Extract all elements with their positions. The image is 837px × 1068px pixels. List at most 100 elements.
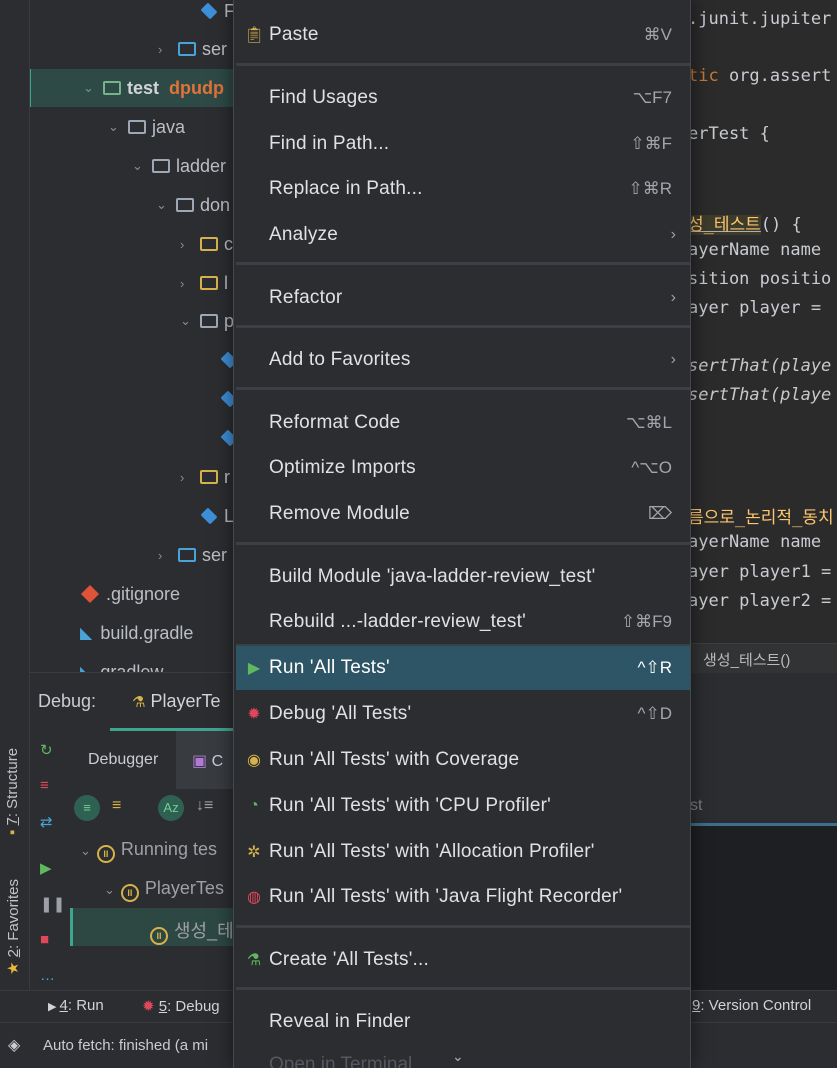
clear-icon[interactable]: ≡ — [40, 777, 49, 794]
chevron-down-icon: ⌄ — [108, 119, 119, 134]
rerun-icon[interactable]: ↻ — [40, 741, 53, 759]
debug-tool-tab[interactable]: ✹ 5: Debug — [142, 997, 220, 1015]
menu-item-optimize-imports[interactable]: Optimize Imports ^⌥O — [236, 446, 690, 490]
tree-item[interactable]: › r — [180, 458, 230, 496]
resume-icon[interactable]: ▶ — [40, 859, 52, 877]
test-tree-item[interactable]: ⌄ II PlayerTes — [104, 878, 224, 902]
menu-item-find-in-path[interactable]: Find in Path... ⇧⌘F — [236, 122, 690, 166]
tree-item[interactable]: ◣gradlew — [80, 653, 163, 673]
tab-console[interactable]: ▣ C — [192, 751, 223, 771]
tree-item[interactable]: L — [200, 497, 234, 535]
tree-item[interactable]: › ser — [158, 536, 227, 574]
tree-item[interactable]: ⌄ ladder — [132, 147, 226, 185]
menu-item-create-all-tests[interactable]: ⚗ Create 'All Tests'... — [236, 938, 690, 982]
tree-item[interactable]: F — [200, 0, 235, 30]
status-message[interactable]: Auto fetch: finished (a mi — [43, 1037, 208, 1054]
menu-item-analyze[interactable]: Analyze › — [236, 213, 690, 257]
code-line: ayer player2 = — [688, 591, 832, 611]
console-tab-label[interactable]: st — [690, 797, 702, 815]
version-control-tool-tab[interactable]: 9: Version Control — [692, 997, 811, 1014]
menu-item-build-module[interactable]: Build Module 'java-ladder-review_test' — [236, 555, 690, 599]
test-tube-icon: ⚗ — [246, 952, 262, 969]
test-folder-icon — [103, 81, 121, 95]
allocation-profiler-icon: ✲ — [247, 844, 261, 861]
layers-icon[interactable]: ◈ — [8, 1035, 26, 1054]
debug-session-tab[interactable]: ⚗ PlayerTe — [132, 691, 221, 712]
menu-item-paste[interactable]: 📋︎ Paste ⌘V — [236, 13, 690, 57]
code-line: sition positio — [688, 269, 832, 289]
code-line: ayer player = — [688, 298, 822, 318]
tree-item[interactable]: ◣ build.gradle — [80, 614, 193, 652]
bug-icon: ✹ — [142, 998, 159, 1015]
coverage-icon: ◉ — [247, 752, 261, 769]
package-icon — [200, 314, 218, 328]
favorites-tool-tab[interactable]: ★ 2: Favorites — [4, 879, 22, 975]
menu-item-run-with-allocation-profiler[interactable]: ✲ Run 'All Tests' with 'Allocation Profi… — [236, 830, 690, 874]
code-line: ayer player1 = — [688, 562, 832, 582]
paused-icon: II — [96, 845, 115, 863]
folder-icon — [152, 159, 170, 173]
tab-debugger[interactable]: Debugger — [88, 751, 158, 769]
code-line: .junit.jupiter — [688, 9, 832, 29]
menu-item-run-with-coverage[interactable]: ◉ Run 'All Tests' with Coverage — [236, 738, 690, 782]
menu-item-debug-all-tests[interactable]: ✹ Debug 'All Tests' ^⇧D — [236, 692, 690, 736]
show-passed-icon[interactable]: ≡ — [74, 795, 100, 821]
pause-icon[interactable]: ❚❚ — [40, 895, 65, 913]
tree-item[interactable]: ⌄ java — [108, 108, 185, 146]
sort-duration-icon[interactable]: ↓≡ — [196, 797, 213, 815]
code-line: tic org.assert — [688, 66, 832, 86]
menu-item-replace-in-path[interactable]: Replace in Path... ⇧⌘R — [236, 167, 690, 211]
menu-item-refactor[interactable]: Refactor › — [236, 276, 690, 320]
test-tree-item[interactable]: ⌄ II Running tes — [80, 839, 217, 863]
tree-item[interactable]: › ser — [158, 30, 227, 68]
editor-breadcrumb[interactable]: 생성_테스트() — [688, 643, 837, 673]
run-tool-tab[interactable]: ▶ 4: Run — [48, 997, 104, 1014]
chevron-right-icon: › — [158, 41, 163, 57]
paused-icon: II — [150, 927, 168, 945]
cpu-profiler-icon: ◔ — [249, 797, 259, 814]
menu-item-reveal-in-finder[interactable]: Reveal in Finder — [236, 1000, 690, 1044]
source-folder-icon — [178, 548, 196, 562]
tree-item[interactable]: ⌄ p — [180, 302, 234, 340]
run-console-area: st — [688, 673, 837, 990]
submenu-arrow-icon: › — [670, 289, 676, 306]
more-icon[interactable]: … — [40, 967, 55, 984]
class-icon — [200, 507, 218, 525]
code-line: sertThat(playe — [688, 385, 832, 405]
stop-icon[interactable]: ■ — [40, 931, 49, 948]
console-output[interactable] — [688, 826, 837, 990]
code-line: ayerName name — [688, 532, 822, 552]
menu-item-add-to-favorites[interactable]: Add to Favorites › — [236, 338, 690, 382]
tree-item[interactable]: › l — [180, 264, 228, 302]
tree-item-test-folder[interactable]: ⌄ test dpudp — [30, 69, 235, 107]
debug-title: Debug: — [38, 691, 97, 711]
folder-icon — [128, 120, 146, 134]
menu-item-run-with-cpu-profiler[interactable]: ◔ Run 'All Tests' with 'CPU Profiler' — [236, 784, 690, 828]
structure-icon: ▪ — [4, 825, 21, 835]
sort-alpha-icon[interactable]: Az — [158, 795, 184, 821]
menu-separator — [236, 262, 690, 265]
debug-side-toolbar: ↻ ≡ ⇄ ▶ ❚❚ ■ … — [32, 735, 65, 995]
menu-item-reformat-code[interactable]: Reformat Code ⌥⌘L — [236, 401, 690, 445]
menu-separator — [236, 325, 690, 328]
menu-item-run-all-tests[interactable]: ▶ Run 'All Tests' ^⇧R — [236, 646, 690, 690]
menu-item-find-usages[interactable]: Find Usages ⌥F7 — [236, 76, 690, 120]
star-icon: ★ — [5, 957, 22, 975]
tree-item[interactable]: ⌄ don — [156, 186, 230, 224]
swap-icon[interactable]: ⇄ — [40, 813, 53, 831]
project-tree: F › ser ⌄ test dpudp ⌄ java ⌄ ladder ⌄ do… — [30, 0, 235, 672]
show-ignored-icon[interactable]: ≡ — [112, 797, 121, 815]
scroll-down-icon[interactable]: ⌄ — [452, 1048, 464, 1065]
menu-item-rebuild[interactable]: Rebuild ...-ladder-review_test' ⇧⌘F9 — [236, 600, 690, 644]
chevron-right-icon: › — [180, 469, 185, 485]
menu-item-remove-module[interactable]: Remove Module ⌦ — [236, 492, 690, 536]
structure-tool-tab[interactable]: ▪ 7: Structure — [4, 748, 21, 835]
code-editor[interactable]: .junit.jupiter tic org.assert erTest { 성… — [688, 0, 837, 670]
console-icon: ▣ — [192, 753, 212, 770]
menu-item-run-with-flight-recorder[interactable]: ◍ Run 'All Tests' with 'Java Flight Reco… — [236, 875, 690, 919]
menu-item-open-in-terminal[interactable]: Open in Terminal — [269, 1054, 412, 1068]
test-tree-item[interactable]: II 생성_테 — [150, 917, 234, 945]
play-icon: ▶ — [48, 1001, 60, 1013]
tree-item[interactable]: .gitignore — [80, 575, 180, 613]
tree-item[interactable]: › c — [180, 225, 233, 263]
